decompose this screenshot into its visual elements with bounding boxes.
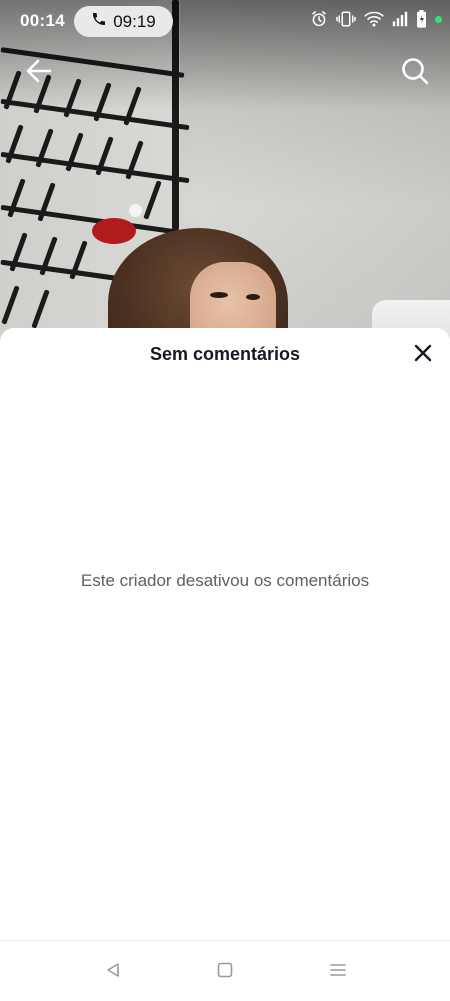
alarm-icon [310,10,328,28]
system-back-button[interactable] [102,961,124,983]
close-icon [414,344,432,367]
ongoing-call-pill[interactable]: 09:19 [74,6,173,37]
close-button[interactable] [410,342,436,368]
search-button[interactable] [398,56,432,90]
comments-sheet: Sem comentários Este criador desativou o… [0,328,450,940]
system-navigation-bar [0,940,450,1001]
active-dot [435,15,442,23]
video-background[interactable] [0,0,450,345]
search-icon [400,56,430,91]
status-icons [310,10,442,28]
vibrate-icon [336,10,356,28]
phone-icon [91,11,107,32]
light-bulb [129,204,142,217]
arrow-left-icon [25,57,53,90]
status-bar: 00:14 09:19 [0,0,450,42]
comments-disabled-message: Este criador desativou os comentários [80,571,370,590]
status-time: 00:14 [20,11,65,30]
red-ornament [92,218,136,244]
signal-icon [392,11,408,27]
back-button[interactable] [22,56,56,90]
battery-icon [416,10,427,28]
system-menu-button[interactable] [327,961,349,983]
call-duration: 09:19 [113,11,156,31]
back-triangle-icon [104,961,122,984]
wifi-icon [364,11,384,27]
home-square-icon [216,961,234,984]
system-home-button[interactable] [214,961,236,983]
sheet-title: Sem comentários [149,344,301,364]
menu-lines-icon [329,961,347,984]
